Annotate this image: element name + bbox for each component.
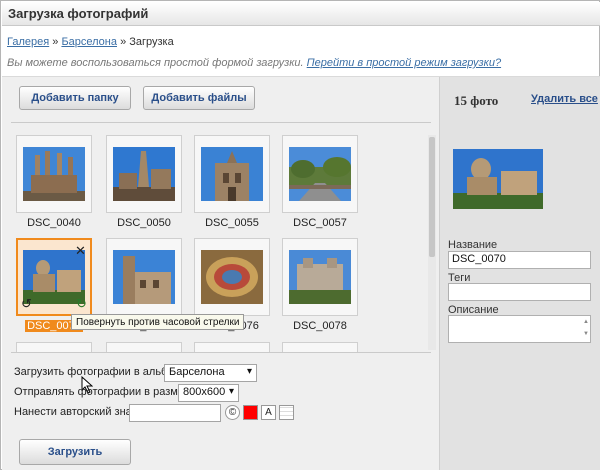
photo-image-street-trees [289,147,351,201]
upload-window: Загрузка фотографий Галерея » Барселона … [0,0,600,470]
photo-details-panel: 15 фото Удалить все Название DSC_0070 Те… [439,77,600,470]
size-label: Отправлять фотографии в размере: [14,386,200,398]
photo-thumbnail[interactable] [16,135,92,213]
watermark-input[interactable] [129,404,221,422]
title-bar: Загрузка фотографий [2,2,600,26]
chevron-down-icon: ▾ [246,366,252,377]
photo-thumbnail[interactable] [16,342,92,352]
info-message: Вы можете воспользоваться простой формой… [7,57,304,69]
delete-all-link[interactable]: Удалить все [531,93,598,105]
name-input[interactable]: DSC_0070 [448,251,591,269]
rotate-ccw-icon[interactable]: ↺ [21,297,32,310]
copyright-icon[interactable]: © [225,405,240,420]
breadcrumb-separator: » [120,36,127,48]
text-style-icon[interactable]: A [261,405,276,420]
color-picker-swatch[interactable] [243,405,258,420]
photo-thumbnail[interactable] [194,238,270,316]
photo-thumbnail[interactable] [194,342,270,352]
close-icon[interactable]: ✕ [75,244,86,257]
photo-thumbnail[interactable] [282,342,358,352]
photo-name: DSC_0055 [205,217,259,229]
photo-thumbnail[interactable] [106,135,182,213]
photo-count: 15 фото [454,93,499,108]
size-select[interactable]: 800x600 ▾ [178,384,239,402]
info-text: Вы можете воспользоваться простой формой… [7,57,501,69]
photo-thumbnail-selected[interactable]: ✕ ↺ ↻ [16,238,92,316]
add-folder-button[interactable]: Добавить папку [19,86,131,110]
textarea-resize-icon: ▲ ▼ [583,319,589,337]
chevron-down-icon: ▾ [228,386,234,397]
breadcrumb-current: Загрузка [129,36,174,48]
photo-thumbnail[interactable] [282,135,358,213]
album-select-value: Барселона [169,366,225,378]
photo-image-ceiling-mosaic [201,250,263,304]
simple-mode-link[interactable]: Перейти в простой режим загрузки? [307,57,501,69]
upload-button[interactable]: Загрузить [19,439,131,465]
rotate-cw-icon[interactable]: ↻ [76,297,87,310]
tags-input[interactable] [448,283,591,301]
watermark-label: Нанести авторский знак: [14,406,140,418]
album-label: Загрузить фотографии в альбом: [14,366,185,378]
photo-thumbnail[interactable] [194,135,270,213]
photo-name: DSC_0078 [293,320,347,332]
album-select[interactable]: Барселона ▾ [164,364,257,382]
position-grid-icon[interactable] [279,405,294,420]
scrollbar-thumb[interactable] [429,137,435,257]
breadcrumb: Галерея » Барселона » Загрузка [7,36,174,48]
upload-panel: Добавить папку Добавить файлы DSC_0040 D… [2,77,439,470]
name-label: Название [448,239,498,251]
toolbar-divider [11,122,431,123]
breadcrumb-link-gallery[interactable]: Галерея [7,36,49,48]
size-select-value: 800x600 [183,386,226,398]
breadcrumb-separator: » [52,36,59,48]
rotate-tooltip: Повернуть против часовой стрелки [71,314,245,330]
description-textarea[interactable]: ▲ ▼ [448,315,591,343]
grid-scrollbar[interactable] [428,135,436,350]
photo-image-cathedral-towers [23,147,85,201]
add-files-button[interactable]: Добавить файлы [143,86,255,110]
photo-thumbnail[interactable] [282,238,358,316]
photo-name: DSC_0050 [117,217,171,229]
page-title: Загрузка фотографий [8,6,149,21]
breadcrumb-link-album[interactable]: Барселона [61,36,117,48]
photo-name: DSC_0057 [293,217,347,229]
photo-thumbnail[interactable] [106,238,182,316]
photo-image-tower-building [113,250,175,304]
photo-preview [453,149,543,209]
photo-name: DSC_0040 [27,217,81,229]
photo-image-church-facade [201,147,263,201]
photo-image-gothic-spire [113,147,175,201]
photo-thumbnail[interactable] [106,342,182,352]
photo-image-city-building [289,250,351,304]
form-divider [11,352,431,353]
